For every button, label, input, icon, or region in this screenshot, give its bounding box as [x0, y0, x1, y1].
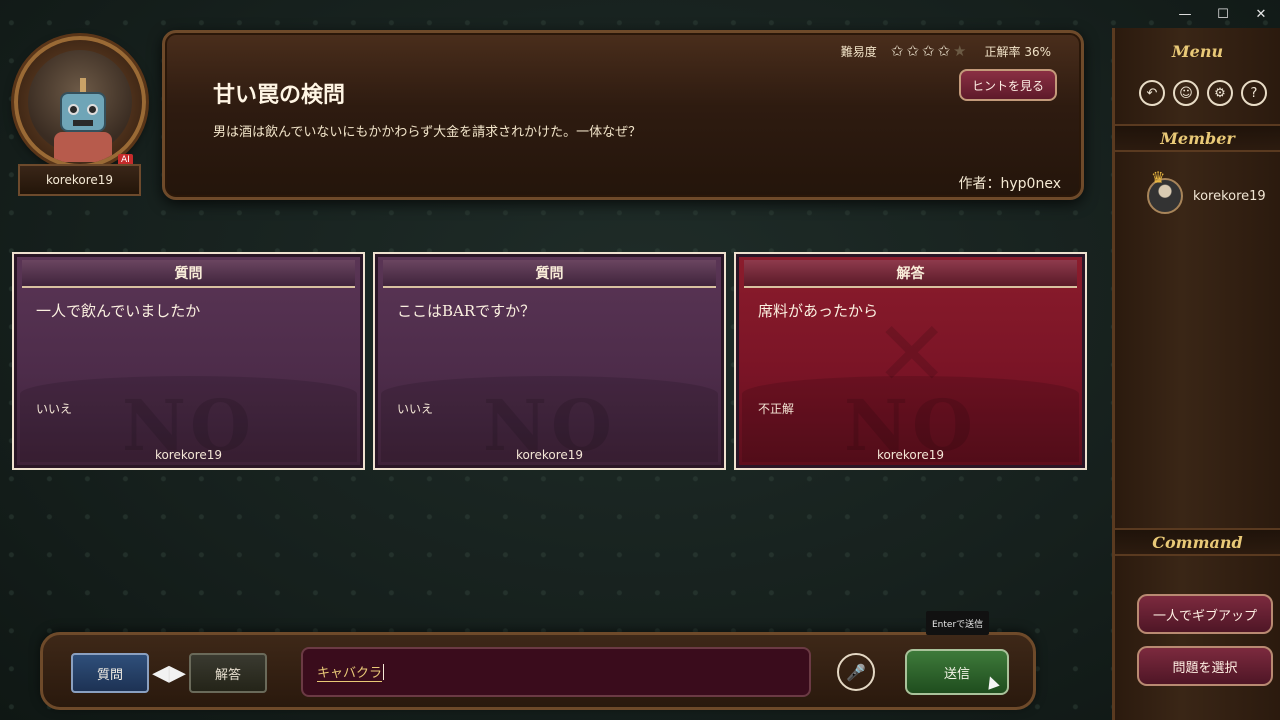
mode-answer-button[interactable]: 解答	[189, 653, 267, 693]
message-input[interactable]: キャバクラ	[301, 647, 811, 697]
gear-icon[interactable]: ⚙	[1207, 80, 1233, 106]
robot-eye-left	[68, 104, 79, 115]
discord-icon[interactable]: ☺	[1173, 80, 1199, 106]
puzzle-author: 作者：hyp0nex	[958, 176, 1061, 192]
mode-question-button[interactable]: 質問	[71, 653, 149, 693]
mode-toggle-icon[interactable]: ◀▶	[152, 657, 186, 689]
robot-antenna	[80, 78, 86, 92]
right-sidebar: Menu ↶ ☺ ⚙ ? Member ♛ korekore19 Command…	[1112, 28, 1280, 720]
card-text: 一人で飲んでいましたか	[36, 302, 201, 320]
help-icon[interactable]: ?	[1241, 80, 1267, 106]
select-problem-button[interactable]: 問題を選択	[1137, 646, 1273, 686]
card-text: 席料があったから	[758, 302, 879, 320]
member-title: Member	[1115, 124, 1280, 152]
menu-title: Menu	[1171, 42, 1224, 61]
card-header: 解答	[744, 260, 1077, 288]
input-bar: 質問 ◀▶ 解答 キャバクラ 🎤 送信	[40, 632, 1036, 710]
text-caret	[383, 664, 385, 680]
member-item: ♛ korekore19	[1147, 168, 1266, 214]
question-card: 質問 NO ここはBARですか？ いいえ korekore19	[373, 252, 726, 470]
member-avatar: ♛	[1147, 168, 1183, 214]
card-header: 質問	[383, 260, 716, 288]
command-title: Command	[1115, 528, 1280, 556]
difficulty-label: 難易度	[840, 45, 877, 59]
question-card: 質問 NO 一人で飲んでいましたか いいえ korekore19	[12, 252, 365, 470]
hint-button[interactable]: ヒントを見る	[959, 69, 1057, 101]
send-tooltip: Enterで送信	[926, 611, 990, 635]
card-user: korekore19	[515, 448, 584, 462]
difficulty-stars: ✩ ✩ ✩ ✩ ★	[891, 44, 967, 59]
player-avatar	[14, 36, 146, 168]
maximize-button[interactable]: ☐	[1204, 0, 1242, 28]
star-icon: ✩	[906, 42, 919, 60]
member-name: korekore19	[1193, 188, 1266, 204]
answer-card: 解答 ✕ NO 席料があったから 不正解 korekore19	[734, 252, 1087, 470]
star-icon: ✩	[890, 42, 904, 60]
card-verdict: いいえ	[36, 402, 73, 416]
microphone-icon[interactable]: 🎤	[837, 653, 875, 691]
robot-mouth	[73, 120, 93, 126]
card-user: korekore19	[876, 448, 945, 462]
robot-eye-right	[87, 104, 98, 115]
card-verdict: いいえ	[397, 402, 434, 416]
minimize-button[interactable]: —	[1166, 0, 1204, 28]
give-up-button[interactable]: 一人でギブアップ	[1137, 594, 1273, 634]
robot-body	[54, 132, 112, 162]
message-input-value: キャバクラ	[317, 662, 383, 682]
card-user: korekore19	[154, 448, 223, 462]
correct-rate: 正解率 36%	[984, 45, 1052, 59]
difficulty-row: 難易度 ✩ ✩ ✩ ✩ ★ 正解率 36%	[841, 43, 1051, 60]
star-empty-icon: ★	[953, 42, 967, 60]
player-name: korekore19	[18, 164, 141, 196]
puzzle-title: 甘い罠の検問	[213, 82, 346, 108]
puzzle-panel: 難易度 ✩ ✩ ✩ ✩ ★ 正解率 36% ヒントを見る 甘い罠の検問 男は酒は…	[162, 30, 1084, 200]
robot-icon	[60, 92, 106, 132]
card-text: ここはBARですか？	[397, 302, 536, 320]
window-controls: — ☐ ✕	[1166, 0, 1280, 28]
card-verdict: 不正解	[758, 402, 795, 416]
close-button[interactable]: ✕	[1242, 0, 1280, 28]
send-button[interactable]: 送信	[905, 649, 1009, 695]
crown-icon: ♛	[1151, 168, 1166, 187]
back-icon[interactable]: ↶	[1139, 80, 1165, 106]
puzzle-question: 男は酒は飲んでいないにもかかわらず大金を請求されかけた。一体なぜ？	[213, 125, 642, 140]
card-header: 質問	[22, 260, 355, 288]
star-icon: ✩	[921, 42, 935, 60]
menu-icons: ↶ ☺ ⚙ ?	[1139, 80, 1267, 106]
star-icon: ✩	[937, 42, 951, 60]
